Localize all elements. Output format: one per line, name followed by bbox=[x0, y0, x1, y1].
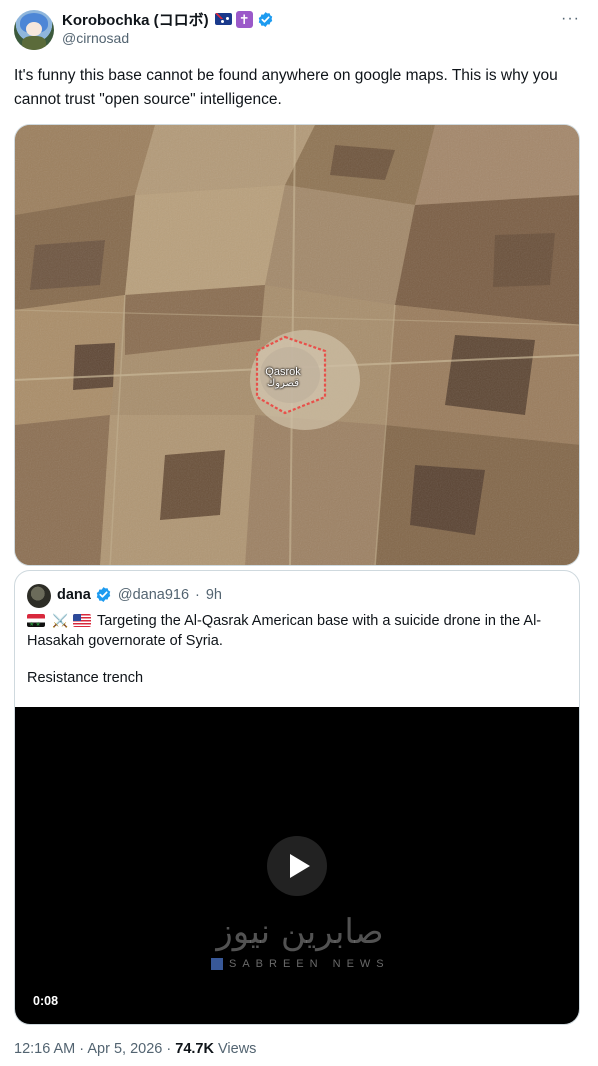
flag-syria-icon bbox=[27, 614, 45, 627]
watermark-arabic: صابرين نيوز bbox=[216, 912, 384, 952]
watermark-english: SABREEN NEWS bbox=[211, 958, 390, 970]
map-image[interactable]: Qasrok قصروك bbox=[14, 124, 580, 566]
views-label: Views bbox=[218, 1041, 257, 1057]
crossed-swords-icon: ⚔️ bbox=[52, 613, 69, 628]
quoted-display-name[interactable]: dana bbox=[57, 587, 91, 603]
quoted-author-row: dana @dana916 · 9h bbox=[57, 586, 222, 603]
flag-australia-icon bbox=[214, 13, 232, 25]
quoted-time[interactable]: 9h bbox=[206, 587, 222, 603]
quoted-tweet[interactable]: dana @dana916 · 9h ⚔️ Targeting the Al-Q… bbox=[14, 570, 580, 1025]
post-date[interactable]: Apr 5, 2026 bbox=[87, 1041, 162, 1057]
video-duration: 0:08 bbox=[33, 994, 59, 1008]
video-player[interactable]: صابرين نيوز SABREEN NEWS 0:08 bbox=[15, 707, 579, 1024]
quoted-handle[interactable]: @dana916 bbox=[118, 587, 189, 603]
author-avatar[interactable] bbox=[14, 10, 54, 50]
author-name-row: Korobochka (コロボ) ✝ bbox=[62, 9, 274, 29]
meta-separator: · bbox=[166, 1041, 172, 1057]
views-count[interactable]: 74.7K bbox=[175, 1041, 214, 1057]
flag-usa-icon bbox=[73, 614, 92, 627]
author-handle[interactable]: @cirnosad bbox=[62, 30, 129, 46]
play-icon[interactable] bbox=[267, 836, 327, 896]
watermark-english-text: SABREEN NEWS bbox=[229, 958, 390, 970]
post-time[interactable]: 12:16 AM bbox=[14, 1041, 75, 1057]
more-options-icon[interactable]: ··· bbox=[561, 10, 580, 28]
meta-separator: · bbox=[79, 1041, 85, 1057]
quoted-separator: · bbox=[195, 586, 200, 603]
latin-cross-icon: ✝ bbox=[235, 10, 253, 28]
map-label-english: Qasrok bbox=[265, 366, 301, 378]
quoted-author-avatar[interactable] bbox=[27, 584, 51, 608]
map-place-label: Qasrok قصروك bbox=[258, 366, 308, 390]
quoted-text-block: ⚔️ Targeting the Al-Qasrak American base… bbox=[27, 611, 572, 651]
verified-badge-icon bbox=[258, 11, 272, 27]
quoted-text-line2: Resistance trench bbox=[27, 670, 144, 686]
quoted-text: Targeting the Al-Qasrak American base wi… bbox=[27, 613, 542, 649]
tweet-meta: 12:16 AM · Apr 5, 2026 · 74.7K Views bbox=[14, 1041, 256, 1057]
verified-badge-icon bbox=[96, 587, 111, 602]
map-label-arabic: قصروك bbox=[266, 378, 300, 389]
tweet-text: It's funny this base cannot be found any… bbox=[14, 67, 558, 108]
author-display-name[interactable]: Korobochka (コロボ) bbox=[62, 9, 209, 30]
satellite-map-graphic bbox=[15, 125, 579, 565]
watermark-logo-icon bbox=[211, 958, 223, 970]
